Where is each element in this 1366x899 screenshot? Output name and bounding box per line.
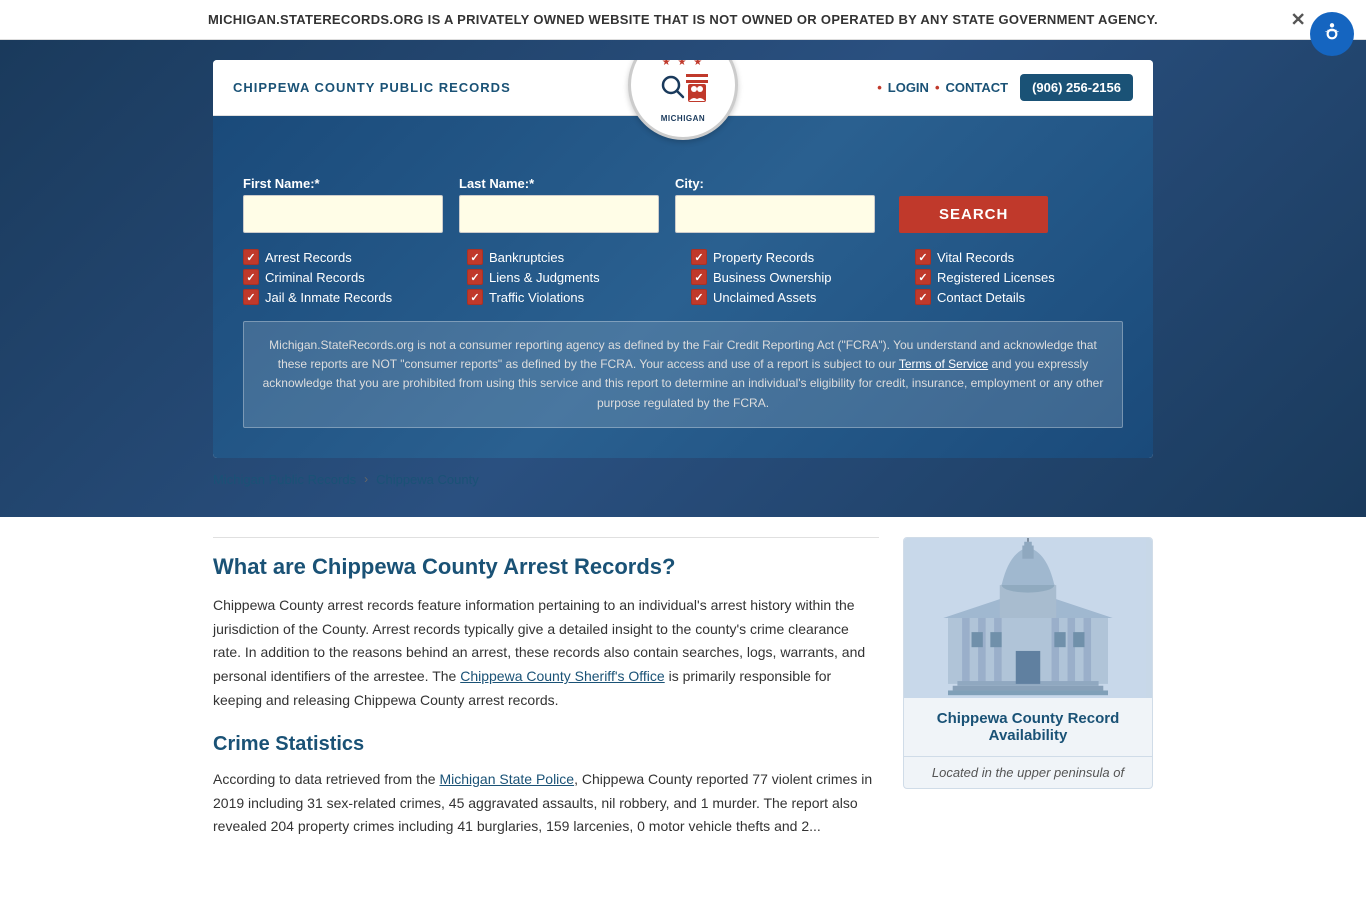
city-label: City: [675,176,875,191]
checkbox-label-vital: Vital Records [937,250,1014,265]
breadcrumb-current: Chippewa County [376,472,479,487]
accessibility-button[interactable] [1310,12,1354,56]
checkbox-icon-criminal [243,269,259,285]
checkbox-label-business: Business Ownership [713,270,832,285]
logo-inner: STATE RECORDS ★ ★ ★ [638,60,728,131]
logo-stars: ★ ★ ★ [646,60,720,68]
search-area: First Name:* Last Name:* City: SEARCH [213,116,1153,458]
breadcrumb-home[interactable]: Michigan Public Records [213,472,356,487]
crime-stats-title: Crime Statistics [213,733,879,756]
checkbox-label-traffic: Traffic Violations [489,290,584,305]
msp-link[interactable]: Michigan State Police [439,771,574,787]
search-fields: First Name:* Last Name:* City: SEARCH [243,176,1123,233]
banner-text: MICHIGAN.STATERECORDS.ORG IS A PRIVATELY… [208,12,1158,27]
site-title: CHIPPEWA COUNTY PUBLIC RECORDS [233,80,511,95]
checkbox-unclaimed[interactable]: Unclaimed Assets [691,289,899,305]
first-name-input[interactable] [243,195,443,233]
checkbox-criminal-records[interactable]: Criminal Records [243,269,451,285]
header-top: CHIPPEWA COUNTY PUBLIC RECORDS STATE REC… [213,60,1153,116]
checkbox-label-jail: Jail & Inmate Records [265,290,392,305]
checkbox-icon-liens [467,269,483,285]
city-group: City: [675,176,875,233]
checkbox-icon-unclaimed [691,289,707,305]
checkbox-icon-property [691,249,707,265]
crime-stats-before: According to data retrieved from the [213,771,439,787]
checkbox-property-records[interactable]: Property Records [691,249,899,265]
checkbox-traffic[interactable]: Traffic Violations [467,289,675,305]
checkbox-arrest-records[interactable]: Arrest Records [243,249,451,265]
checkbox-icon-vital [915,249,931,265]
logo-icons [646,70,720,112]
checkbox-label-bankruptcies: Bankruptcies [489,250,564,265]
checkboxes-grid: Arrest Records Bankruptcies Property Rec… [243,249,1123,305]
building-image [904,538,1152,698]
logo-circle: STATE RECORDS ★ ★ ★ [628,60,738,140]
main-wrapper: CHIPPEWA COUNTY PUBLIC RECORDS STATE REC… [0,40,1366,517]
checkbox-registered-licenses[interactable]: Registered Licenses [915,269,1123,285]
breadcrumb-separator: › [364,472,368,486]
header-card: CHIPPEWA COUNTY PUBLIC RECORDS STATE REC… [213,60,1153,458]
last-name-label: Last Name:* [459,176,659,191]
sidebar: Chippewa County Record Availability Loca… [903,537,1153,839]
checkbox-label-unclaimed: Unclaimed Assets [713,290,816,305]
contact-link[interactable]: CONTACT [946,80,1009,95]
logo-area: STATE RECORDS ★ ★ ★ [628,60,738,140]
sheriff-office-link[interactable]: Chippewa County Sheriff's Office [460,668,664,684]
checkbox-label-licenses: Registered Licenses [937,270,1055,285]
crime-stats-body: According to data retrieved from the Mic… [213,768,879,839]
checkbox-icon-bankruptcies [467,249,483,265]
breadcrumb: Michigan Public Records › Chippewa Count… [213,472,1153,487]
banner: MICHIGAN.STATERECORDS.ORG IS A PRIVATELY… [0,0,1366,40]
last-name-input[interactable] [459,195,659,233]
first-name-group: First Name:* [243,176,443,233]
sidebar-card: Chippewa County Record Availability Loca… [903,537,1153,789]
nav-dot-2: • [935,80,940,95]
first-name-label: First Name:* [243,176,443,191]
checkbox-bankruptcies[interactable]: Bankruptcies [467,249,675,265]
city-input[interactable] [675,195,875,233]
main-content: What are Chippewa County Arrest Records?… [213,537,879,839]
article-title: What are Chippewa County Arrest Records? [213,554,879,580]
checkbox-icon-business [691,269,707,285]
close-banner-button[interactable]: ✕ [1291,9,1306,30]
checkbox-label-arrest: Arrest Records [265,250,352,265]
checkbox-label-contact: Contact Details [937,290,1025,305]
last-name-group: Last Name:* [459,176,659,233]
logo-state: MICHIGAN [646,114,720,123]
disclaimer: Michigan.StateRecords.org is not a consu… [243,321,1123,428]
checkbox-label-liens: Liens & Judgments [489,270,600,285]
checkbox-jail[interactable]: Jail & Inmate Records [243,289,451,305]
checkbox-business[interactable]: Business Ownership [691,269,899,285]
content-area: What are Chippewa County Arrest Records?… [213,517,1153,859]
phone-button[interactable]: (906) 256-2156 [1020,74,1133,101]
checkbox-vital-records[interactable]: Vital Records [915,249,1123,265]
checkbox-liens[interactable]: Liens & Judgments [467,269,675,285]
checkbox-icon-licenses [915,269,931,285]
checkbox-label-property: Property Records [713,250,814,265]
checkbox-icon-arrest [243,249,259,265]
search-button[interactable]: SEARCH [899,196,1048,233]
login-link[interactable]: LOGIN [888,80,929,95]
header-nav: • LOGIN • CONTACT (906) 256-2156 [877,74,1133,101]
sidebar-card-title: Chippewa County Record Availability [904,698,1152,757]
checkbox-icon-traffic [467,289,483,305]
nav-dot-1: • [877,80,882,95]
article-body: Chippewa County arrest records feature i… [213,594,879,713]
section-divider [213,537,879,538]
terms-of-service-link[interactable]: Terms of Service [899,357,988,371]
checkbox-label-criminal: Criminal Records [265,270,365,285]
checkbox-icon-contact [915,289,931,305]
checkbox-icon-jail [243,289,259,305]
checkbox-contact[interactable]: Contact Details [915,289,1123,305]
sidebar-card-subtitle: Located in the upper peninsula of [904,757,1152,788]
